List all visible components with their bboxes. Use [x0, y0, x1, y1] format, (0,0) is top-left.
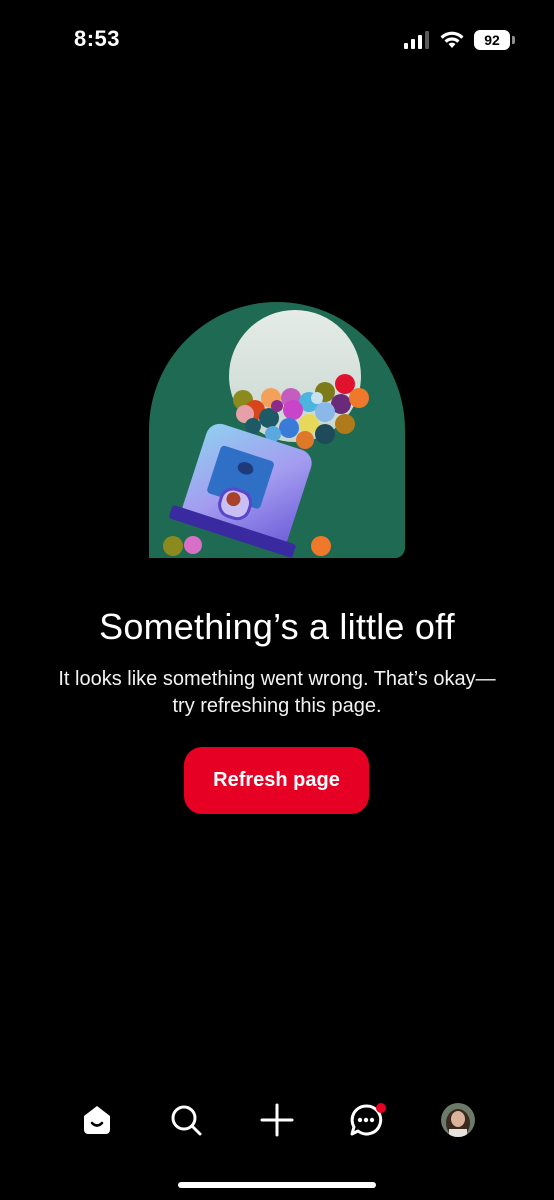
battery-indicator: 92 — [474, 30, 515, 50]
battery-cap — [512, 36, 515, 44]
home-indicator — [178, 1182, 376, 1188]
nav-home[interactable] — [67, 1090, 127, 1150]
signal-icon — [404, 31, 429, 49]
avatar — [441, 1103, 475, 1137]
nav-profile[interactable] — [428, 1090, 488, 1150]
chat-icon — [350, 1103, 386, 1136]
status-bar: 8:53 92 — [0, 0, 554, 80]
home-icon — [84, 1106, 110, 1134]
status-icons: 92 — [404, 30, 515, 50]
wifi-icon — [440, 31, 464, 48]
nav-messages[interactable] — [338, 1090, 398, 1150]
nav-search[interactable] — [156, 1090, 216, 1150]
error-message: It looks like something went wrong. That… — [58, 668, 496, 717]
battery-level: 92 — [484, 32, 500, 48]
refresh-page-button[interactable]: Refresh page — [184, 747, 369, 814]
plus-icon — [260, 1103, 294, 1137]
bottom-navigation — [0, 1090, 554, 1154]
search-icon — [171, 1105, 202, 1136]
notification-dot — [376, 1103, 386, 1113]
nav-create[interactable] — [247, 1090, 307, 1150]
gumball-machine-illustration — [149, 302, 405, 558]
status-time: 8:53 — [74, 26, 121, 51]
error-title: Something’s a little off — [99, 606, 455, 647]
